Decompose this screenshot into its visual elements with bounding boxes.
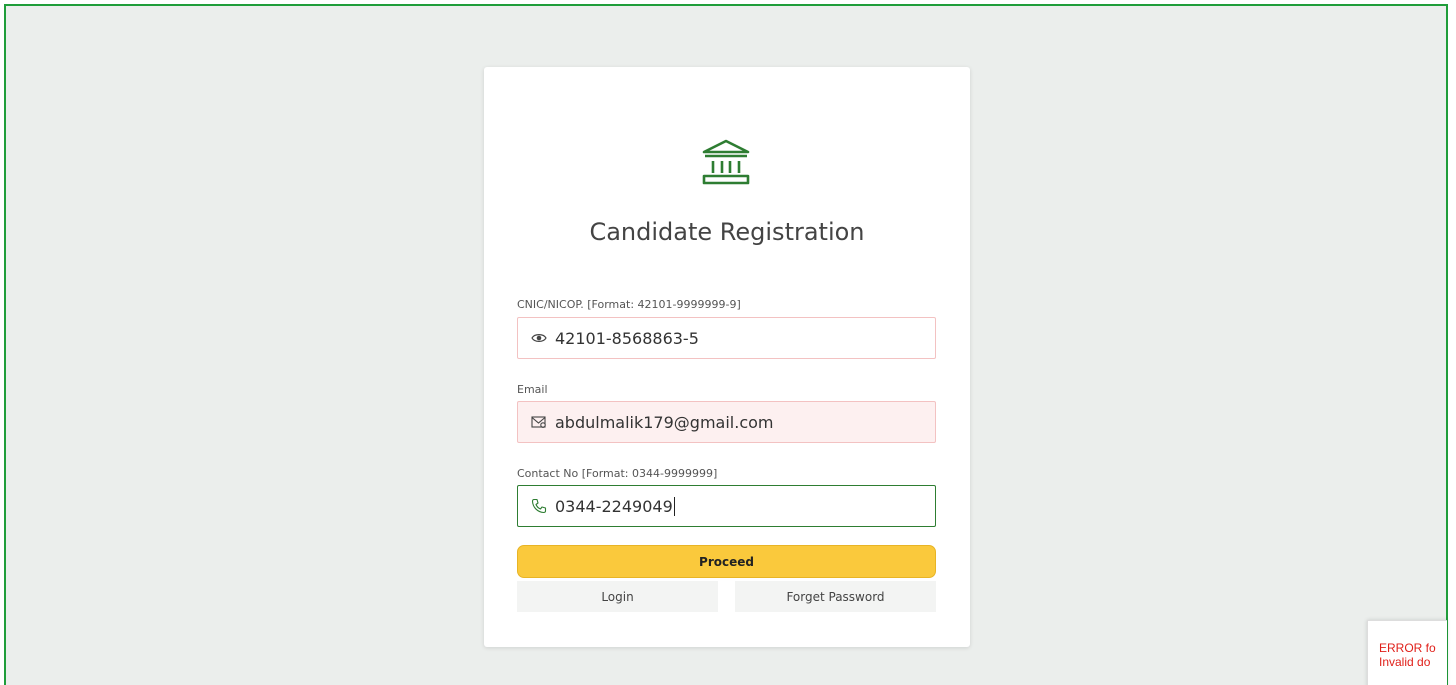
recaptcha-error-badge: ERROR fo Invalid do [1367,620,1447,685]
page-frame: Candidate Registration CNIC/NICOP. [Form… [4,4,1448,685]
contact-value: 0344-2249049 [555,496,673,516]
cnic-value: 42101-8568863-5 [555,328,699,348]
text-cursor [673,496,675,516]
contact-field[interactable]: 0344-2249049 [517,485,936,527]
proceed-button[interactable]: Proceed [517,545,936,578]
email-field[interactable]: abdulmalik179@gmail.com [517,401,936,443]
eye-icon[interactable] [531,330,547,346]
cnic-field[interactable]: 42101-8568863-5 [517,317,936,359]
bank-building-icon [702,139,750,185]
registration-card: Candidate Registration CNIC/NICOP. [Form… [484,67,970,647]
recaptcha-error-line-2: Invalid do [1379,655,1431,669]
email-value: abdulmalik179@gmail.com [555,412,774,432]
login-link[interactable]: Login [517,581,718,612]
forget-password-link[interactable]: Forget Password [735,581,936,612]
phone-icon [531,498,547,514]
recaptcha-error-line-1: ERROR fo [1379,641,1436,655]
cnic-label: CNIC/NICOP. [Format: 42101-9999999-9] [517,298,741,311]
page-title: Candidate Registration [589,218,865,246]
contact-label: Contact No [Format: 0344-9999999] [517,467,718,480]
email-label: Email [517,383,548,396]
mail-icon [531,414,547,430]
